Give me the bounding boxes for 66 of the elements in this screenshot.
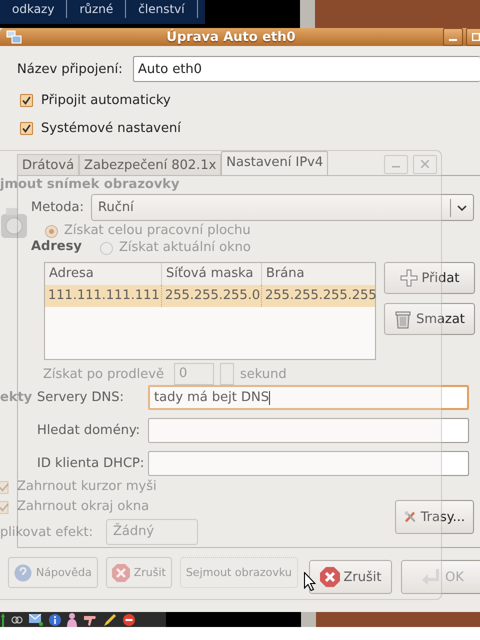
- window-edge: [300, 0, 315, 28]
- field-label: Hledat domény:: [37, 423, 142, 438]
- close-button[interactable]: [413, 154, 437, 174]
- effect-label: plikovat efekt:: [0, 524, 93, 540]
- link-icon: [11, 616, 23, 624]
- text-field[interactable]: [148, 451, 469, 476]
- checkbox-label: Zahrnout okraj okna: [17, 500, 150, 514]
- network-icon: [6, 30, 22, 44]
- minimize-button[interactable]: [443, 28, 463, 46]
- field-label: Název připojení:: [17, 62, 124, 76]
- desktop-tab[interactable]: odkazy: [0, 0, 68, 18]
- field-label: Servery DNS:: [37, 390, 125, 405]
- method-dropdown[interactable]: Ruční: [91, 194, 474, 221]
- text-field[interactable]: tady má bejt DNS: [148, 385, 469, 410]
- cancel-icon: [112, 564, 130, 582]
- window-title: Úprava Auto eth0: [165, 30, 297, 44]
- radio-label: Získat aktuální okno: [119, 241, 251, 255]
- tab[interactable]: Drátová: [17, 154, 80, 176]
- column-header[interactable]: Brána: [262, 263, 375, 285]
- window-edge: [301, 612, 316, 627]
- checkbox-label: Zahrnout kurzor myši: [17, 480, 157, 494]
- person-icon: [67, 612, 77, 626]
- section-heading: Adresy: [31, 239, 82, 254]
- spin-button[interactable]: [220, 363, 234, 385]
- mouse-pointer-icon: [304, 572, 316, 591]
- tab[interactable]: Nastavení IPv4: [221, 151, 328, 176]
- field-label: Metoda:: [31, 200, 85, 215]
- checkbox[interactable]: [20, 94, 33, 106]
- checkbox-label: Připojit automaticky: [41, 92, 171, 108]
- radio-button[interactable]: [100, 242, 113, 254]
- checkbox-label: Systémové nastavení: [41, 120, 181, 136]
- close-icon: [421, 160, 429, 168]
- plus-icon: [400, 268, 418, 288]
- checkbox[interactable]: [20, 122, 33, 134]
- column-header[interactable]: Adresa: [45, 263, 162, 285]
- help-icon: [14, 564, 32, 582]
- tab[interactable]: Zabezpečení 802.1x: [79, 154, 222, 176]
- delete-button[interactable]: Smazat: [384, 303, 475, 335]
- table-cell-text: 255.255.255.255: [264, 287, 375, 305]
- mail-icon: [29, 614, 43, 626]
- routes-button[interactable]: Trasy...: [395, 500, 474, 534]
- field-label: ID klienta DHCP:: [37, 456, 146, 471]
- desktop-tab[interactable]: členství: [126, 0, 198, 18]
- table-cell: 255.255.255.0: [162, 285, 262, 307]
- radio-label: Získat celou pracovní plochu: [64, 224, 251, 238]
- cancel-button[interactable]: Zrušit: [309, 560, 392, 594]
- column-header[interactable]: Síťová maska: [162, 263, 262, 285]
- add-button[interactable]: Přidat: [384, 262, 475, 294]
- return-arrow-icon: [421, 568, 442, 586]
- desktop-tab[interactable]: různé: [67, 0, 126, 18]
- radio-button[interactable]: [45, 224, 58, 238]
- table-row[interactable]: 111.111.111.111 255.255.255.0 255.255.255.255: [45, 285, 375, 307]
- unit-label: sekund: [240, 366, 287, 382]
- maximize-button[interactable]: [466, 28, 480, 46]
- trash-icon: [394, 310, 412, 328]
- chevron-down-icon: [457, 204, 467, 210]
- stop-icon: [123, 614, 135, 626]
- info-icon: [49, 614, 61, 626]
- maximize-icon: [472, 33, 480, 41]
- delay-label: Získat po prodlevě: [43, 366, 164, 382]
- text-field[interactable]: [148, 418, 469, 443]
- cancel-icon: [320, 567, 340, 587]
- section-heading: ekty: [0, 391, 32, 405]
- up-arrow-icon: [1, 612, 5, 626]
- connection-name-field[interactable]: Auto eth0: [133, 56, 480, 82]
- table-cell: 111.111.111.111: [45, 285, 162, 307]
